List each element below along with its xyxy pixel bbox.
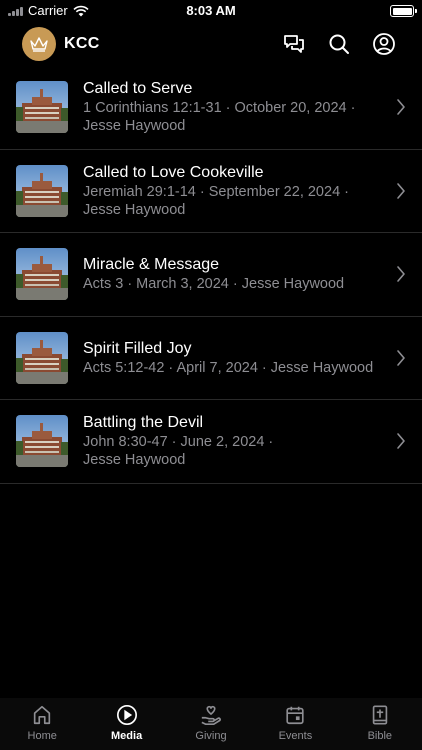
tab-label: Bible	[367, 730, 393, 742]
tab-label: Media	[111, 730, 143, 742]
status-time: 8:03 AM	[186, 3, 236, 18]
list-item[interactable]: Spirit Filled Joy Acts 5:12-42 · April 7…	[0, 317, 422, 400]
tab-label: Events	[278, 730, 313, 742]
tab-events[interactable]: Events	[253, 698, 337, 750]
tab-bible[interactable]: Bible	[338, 698, 422, 750]
chevron-right-icon	[396, 432, 406, 450]
sermon-title: Called to Serve	[83, 80, 193, 97]
list-item[interactable]: Miracle & Message Acts 3 · March 3, 2024…	[0, 233, 422, 317]
tab-home[interactable]: Home	[0, 698, 84, 750]
crown-logo-icon	[22, 27, 56, 61]
sermon-meta: Jeremiah 29:1-14 · September 22, 2024 ·	[83, 183, 349, 200]
sermon-meta: Acts 5:12-42 · April 7, 2024 · Jesse Hay…	[83, 359, 374, 376]
sermon-meta: John 8:30-47 · June 2, 2024 ·	[83, 434, 274, 450]
calendar-icon	[286, 706, 305, 725]
account-icon[interactable]	[372, 32, 396, 56]
sermon-thumbnail	[16, 164, 68, 217]
sermon-speaker: Jesse Haywood	[83, 452, 186, 468]
list-item[interactable]: Battling the Devil John 8:30-47 · June 2…	[0, 400, 422, 484]
battery-icon	[390, 5, 417, 17]
app-header: KCC	[0, 26, 422, 62]
tab-label: Giving	[195, 730, 227, 742]
sermon-speaker: Jesse Haywood	[83, 201, 186, 218]
sermon-thumbnail	[16, 331, 68, 384]
sermon-list: Called to Serve 1 Corinthians 12:1-31 · …	[0, 66, 422, 484]
tab-bar: Home Media Giving Events Bible	[0, 698, 422, 750]
tab-media[interactable]: Media	[84, 698, 168, 750]
sermon-title: Called to Love Cookeville	[83, 163, 264, 181]
bible-icon	[372, 705, 388, 725]
sermon-thumbnail	[16, 415, 68, 467]
list-item[interactable]: Called to Love Cookeville Jeremiah 29:1-…	[0, 150, 422, 233]
chevron-right-icon	[396, 265, 406, 283]
chevron-right-icon	[396, 349, 406, 367]
sermon-thumbnail	[16, 248, 68, 300]
search-icon[interactable]	[327, 32, 351, 56]
sermon-meta: Acts 3 · March 3, 2024 · Jesse Haywood	[83, 276, 345, 292]
giving-hand-icon	[201, 705, 221, 725]
chat-icon[interactable]	[282, 32, 306, 56]
home-icon	[34, 705, 51, 725]
chevron-right-icon	[396, 182, 406, 200]
sermon-title: Battling the Devil	[83, 414, 204, 431]
sermon-title: Miracle & Message	[83, 256, 220, 273]
sermon-title: Spirit Filled Joy	[83, 339, 192, 357]
tab-label: Home	[27, 730, 57, 742]
tab-giving[interactable]: Giving	[169, 698, 253, 750]
sermon-speaker: Jesse Haywood	[83, 118, 186, 134]
list-item[interactable]: Called to Serve 1 Corinthians 12:1-31 · …	[0, 66, 422, 150]
sermon-meta: 1 Corinthians 12:1-31 · October 20, 2024…	[83, 100, 356, 116]
sermon-thumbnail	[16, 81, 68, 133]
chevron-right-icon	[396, 98, 406, 116]
app-title: KCC	[64, 35, 100, 52]
play-circle-icon	[116, 705, 137, 725]
status-bar: Carrier 8:03 AM	[0, 0, 422, 22]
